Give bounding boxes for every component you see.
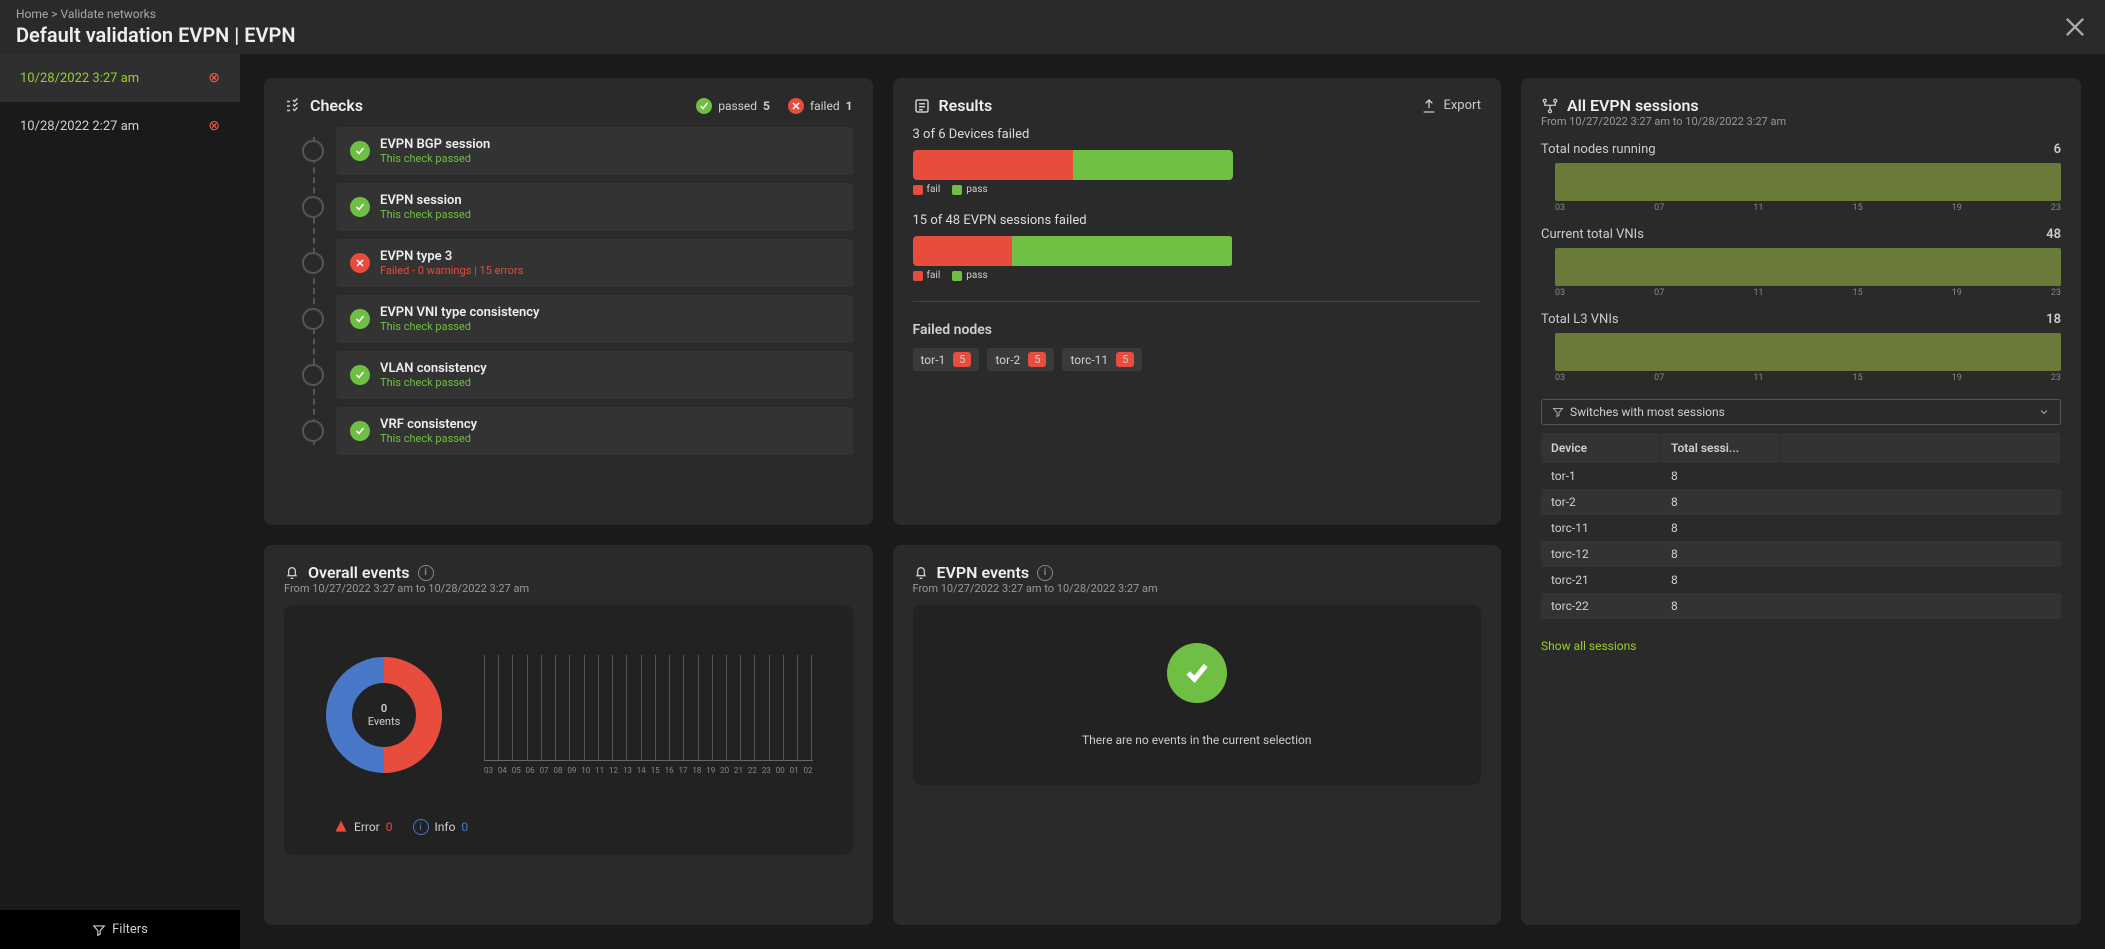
events-bar-chart: 0304050607080910111213141516171819202122… [484, 655, 813, 775]
pass-status-icon [350, 365, 370, 385]
remove-icon[interactable]: ⊗ [208, 70, 220, 86]
timeline-dot [302, 420, 324, 442]
devices-failed-text: 3 of 6 Devices failed [913, 127, 1482, 142]
page-title: Default validation EVPN | EVPN [16, 23, 296, 47]
table-row[interactable]: torc-118 [1541, 515, 2061, 541]
close-icon[interactable] [2061, 13, 2089, 41]
events-donut-chart: 0 Events [324, 655, 444, 775]
pass-status-icon [350, 141, 370, 161]
page-header: Home > Validate networks Default validat… [0, 0, 2105, 54]
timeline-dot [302, 364, 324, 386]
breadcrumb-validate[interactable]: Validate networks [61, 7, 156, 21]
info-icon[interactable]: i [418, 565, 434, 581]
timestamp-item[interactable]: 10/28/2022 2:27 am⊗ [0, 102, 240, 150]
sparkline-chart [1555, 248, 2061, 286]
timestamp-item[interactable]: 10/28/2022 3:27 am⊗ [0, 54, 240, 102]
stat-row: Total L3 VNIs18 [1541, 312, 2061, 327]
remove-icon[interactable]: ⊗ [208, 118, 220, 134]
breadcrumb-home[interactable]: Home [16, 7, 48, 21]
check-card[interactable]: EVPN type 3 Failed - 0 warnings | 15 err… [336, 239, 853, 287]
table-row[interactable]: tor-18 [1541, 463, 2061, 489]
success-check-icon [1167, 643, 1227, 703]
timeline-dot [302, 196, 324, 218]
failed-node-badge[interactable]: tor-25 [987, 348, 1054, 371]
stat-row: Total nodes running6 [1541, 142, 2061, 157]
export-icon [1421, 98, 1437, 114]
sparkline-chart [1555, 333, 2061, 371]
table-row[interactable]: torc-128 [1541, 541, 2061, 567]
devices-progress [913, 150, 1233, 180]
timeline-dot [302, 308, 324, 330]
sparkline-chart [1555, 163, 2061, 201]
sessions-progress [913, 236, 1233, 266]
check-card[interactable]: EVPN session This check passed [336, 183, 853, 231]
filter-icon [1552, 406, 1564, 418]
pass-status-icon [350, 421, 370, 441]
failed-nodes-title: Failed nodes [913, 322, 1482, 338]
info-icon: i [413, 819, 429, 835]
results-icon [913, 97, 931, 115]
bell-icon [913, 565, 929, 581]
table-row[interactable]: tor-28 [1541, 489, 2061, 515]
sessions-table: Device Total sessi... tor-18tor-28torc-1… [1541, 433, 2061, 619]
evpn-events-range: From 10/27/2022 3:27 am to 10/28/2022 3:… [913, 582, 1482, 595]
timeline-dot [302, 252, 324, 274]
table-row[interactable]: torc-228 [1541, 593, 2061, 619]
failed-node-badge[interactable]: torc-115 [1062, 348, 1142, 371]
check-card[interactable]: EVPN BGP session This check passed [336, 127, 853, 175]
failed-node-badge[interactable]: tor-15 [913, 348, 980, 371]
bell-icon [284, 565, 300, 581]
chevron-down-icon [2038, 406, 2050, 418]
timeline-dot [302, 140, 324, 162]
check-card[interactable]: VLAN consistency This check passed [336, 351, 853, 399]
check-card[interactable]: EVPN VNI type consistency This check pas… [336, 295, 853, 343]
network-icon [1541, 97, 1559, 115]
error-icon [334, 820, 348, 834]
overall-range: From 10/27/2022 3:27 am to 10/28/2022 3:… [284, 582, 853, 595]
checks-panel: Checks passed 5 failed 1 [264, 78, 873, 525]
pass-status-icon [350, 197, 370, 217]
filter-icon [92, 923, 106, 937]
breadcrumb: Home > Validate networks [16, 7, 296, 21]
table-row[interactable]: torc-218 [1541, 567, 2061, 593]
check-pass-icon [696, 98, 712, 114]
check-fail-icon [788, 98, 804, 114]
sessions-range: From 10/27/2022 3:27 am to 10/28/2022 3:… [1541, 115, 2061, 128]
results-panel: Results Export 3 of 6 Devices failed fai… [893, 78, 1502, 525]
fail-status-icon [350, 253, 370, 273]
check-card[interactable]: VRF consistency This check passed [336, 407, 853, 455]
switches-dropdown[interactable]: Switches with most sessions [1541, 399, 2061, 425]
show-all-sessions-link[interactable]: Show all sessions [1541, 639, 2061, 653]
filters-button[interactable]: Filters [0, 910, 240, 949]
export-button[interactable]: Export [1421, 98, 1481, 114]
overall-events-panel: Overall events i From 10/27/2022 3:27 am… [264, 545, 873, 925]
info-icon[interactable]: i [1037, 565, 1053, 581]
timestamp-sidebar: 10/28/2022 3:27 am⊗10/28/2022 2:27 am⊗ F… [0, 54, 240, 949]
pass-status-icon [350, 309, 370, 329]
checks-icon [284, 97, 302, 115]
stat-row: Current total VNIs48 [1541, 227, 2061, 242]
no-events-text: There are no events in the current selec… [1082, 733, 1311, 747]
evpn-events-panel: EVPN events i From 10/27/2022 3:27 am to… [893, 545, 1502, 925]
all-sessions-panel: All EVPN sessions From 10/27/2022 3:27 a… [1521, 78, 2081, 925]
sessions-failed-text: 15 of 48 EVPN sessions failed [913, 213, 1482, 228]
